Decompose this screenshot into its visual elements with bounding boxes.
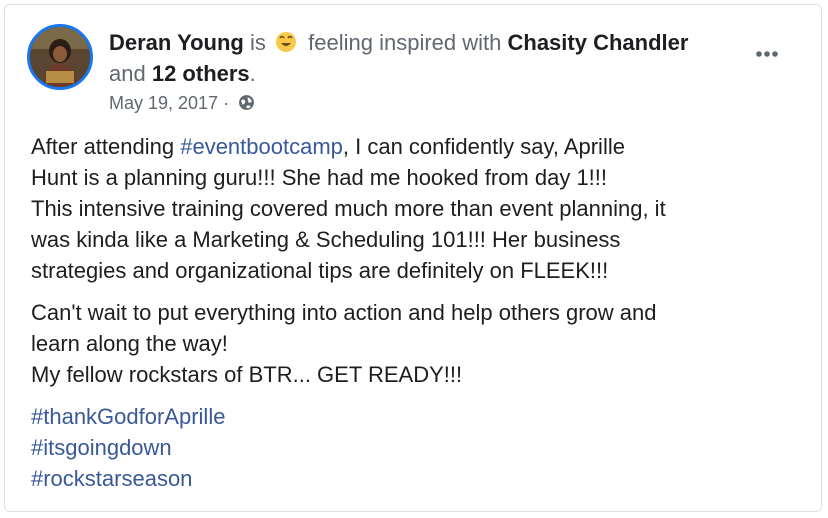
hashtag-link[interactable]: #eventbootcamp	[180, 134, 343, 159]
text-line: My fellow rockstars of BTR... GET READY!…	[31, 362, 463, 387]
text-line: was kinda like a Marketing & Scheduling …	[31, 227, 621, 252]
meta-separator: ·	[223, 93, 230, 113]
post-body: After attending #eventbootcamp, I can co…	[31, 131, 811, 494]
text-line: After attending #eventbootcamp, I can co…	[31, 131, 811, 162]
text-segment: , I can confidently say, Aprille	[342, 134, 625, 159]
hashtag-link[interactable]: #thankGodforAprille	[31, 401, 811, 432]
hashtag-link[interactable]: #itsgoingdown	[31, 432, 811, 463]
hashtag-list: #thankGodforAprille #itsgoingdown #rocks…	[31, 401, 811, 494]
text-segment: After attending	[31, 134, 181, 159]
post-header: Deran Young is feeling inspired with Cha…	[109, 27, 709, 89]
text-line: This intensive training covered much mor…	[31, 196, 666, 221]
more-options-button[interactable]	[747, 41, 787, 67]
text-line: learn along the way!	[31, 331, 228, 356]
hashtag-link[interactable]: #rockstarseason	[31, 463, 811, 494]
post-date[interactable]: May 19, 2017	[109, 93, 218, 113]
header-period: .	[249, 61, 256, 86]
text-line: strategies and organizational tips are d…	[31, 258, 609, 283]
post-meta: May 19, 2017 ·	[109, 91, 255, 115]
tagged-person-link[interactable]: Chasity Chandler	[508, 30, 689, 55]
globe-icon[interactable]	[238, 93, 255, 110]
ellipsis-icon	[756, 51, 778, 57]
author-name[interactable]: Deran Young	[109, 30, 244, 55]
smiley-face-icon	[274, 30, 298, 54]
paragraph-2: Can't wait to put everything into action…	[31, 297, 811, 390]
and-text: and	[109, 61, 146, 86]
paragraph-1: After attending #eventbootcamp, I can co…	[31, 131, 811, 286]
profile-avatar[interactable]	[27, 24, 93, 90]
text-line: Hunt is a planning guru!!! She had me ho…	[31, 165, 608, 190]
others-link[interactable]: 12 others	[152, 61, 250, 86]
text-line: Can't wait to put everything into action…	[31, 300, 657, 325]
feeling-text: feeling inspired with	[308, 30, 502, 55]
post-card: Deran Young is feeling inspired with Cha…	[4, 4, 822, 512]
is-text: is	[250, 30, 266, 55]
